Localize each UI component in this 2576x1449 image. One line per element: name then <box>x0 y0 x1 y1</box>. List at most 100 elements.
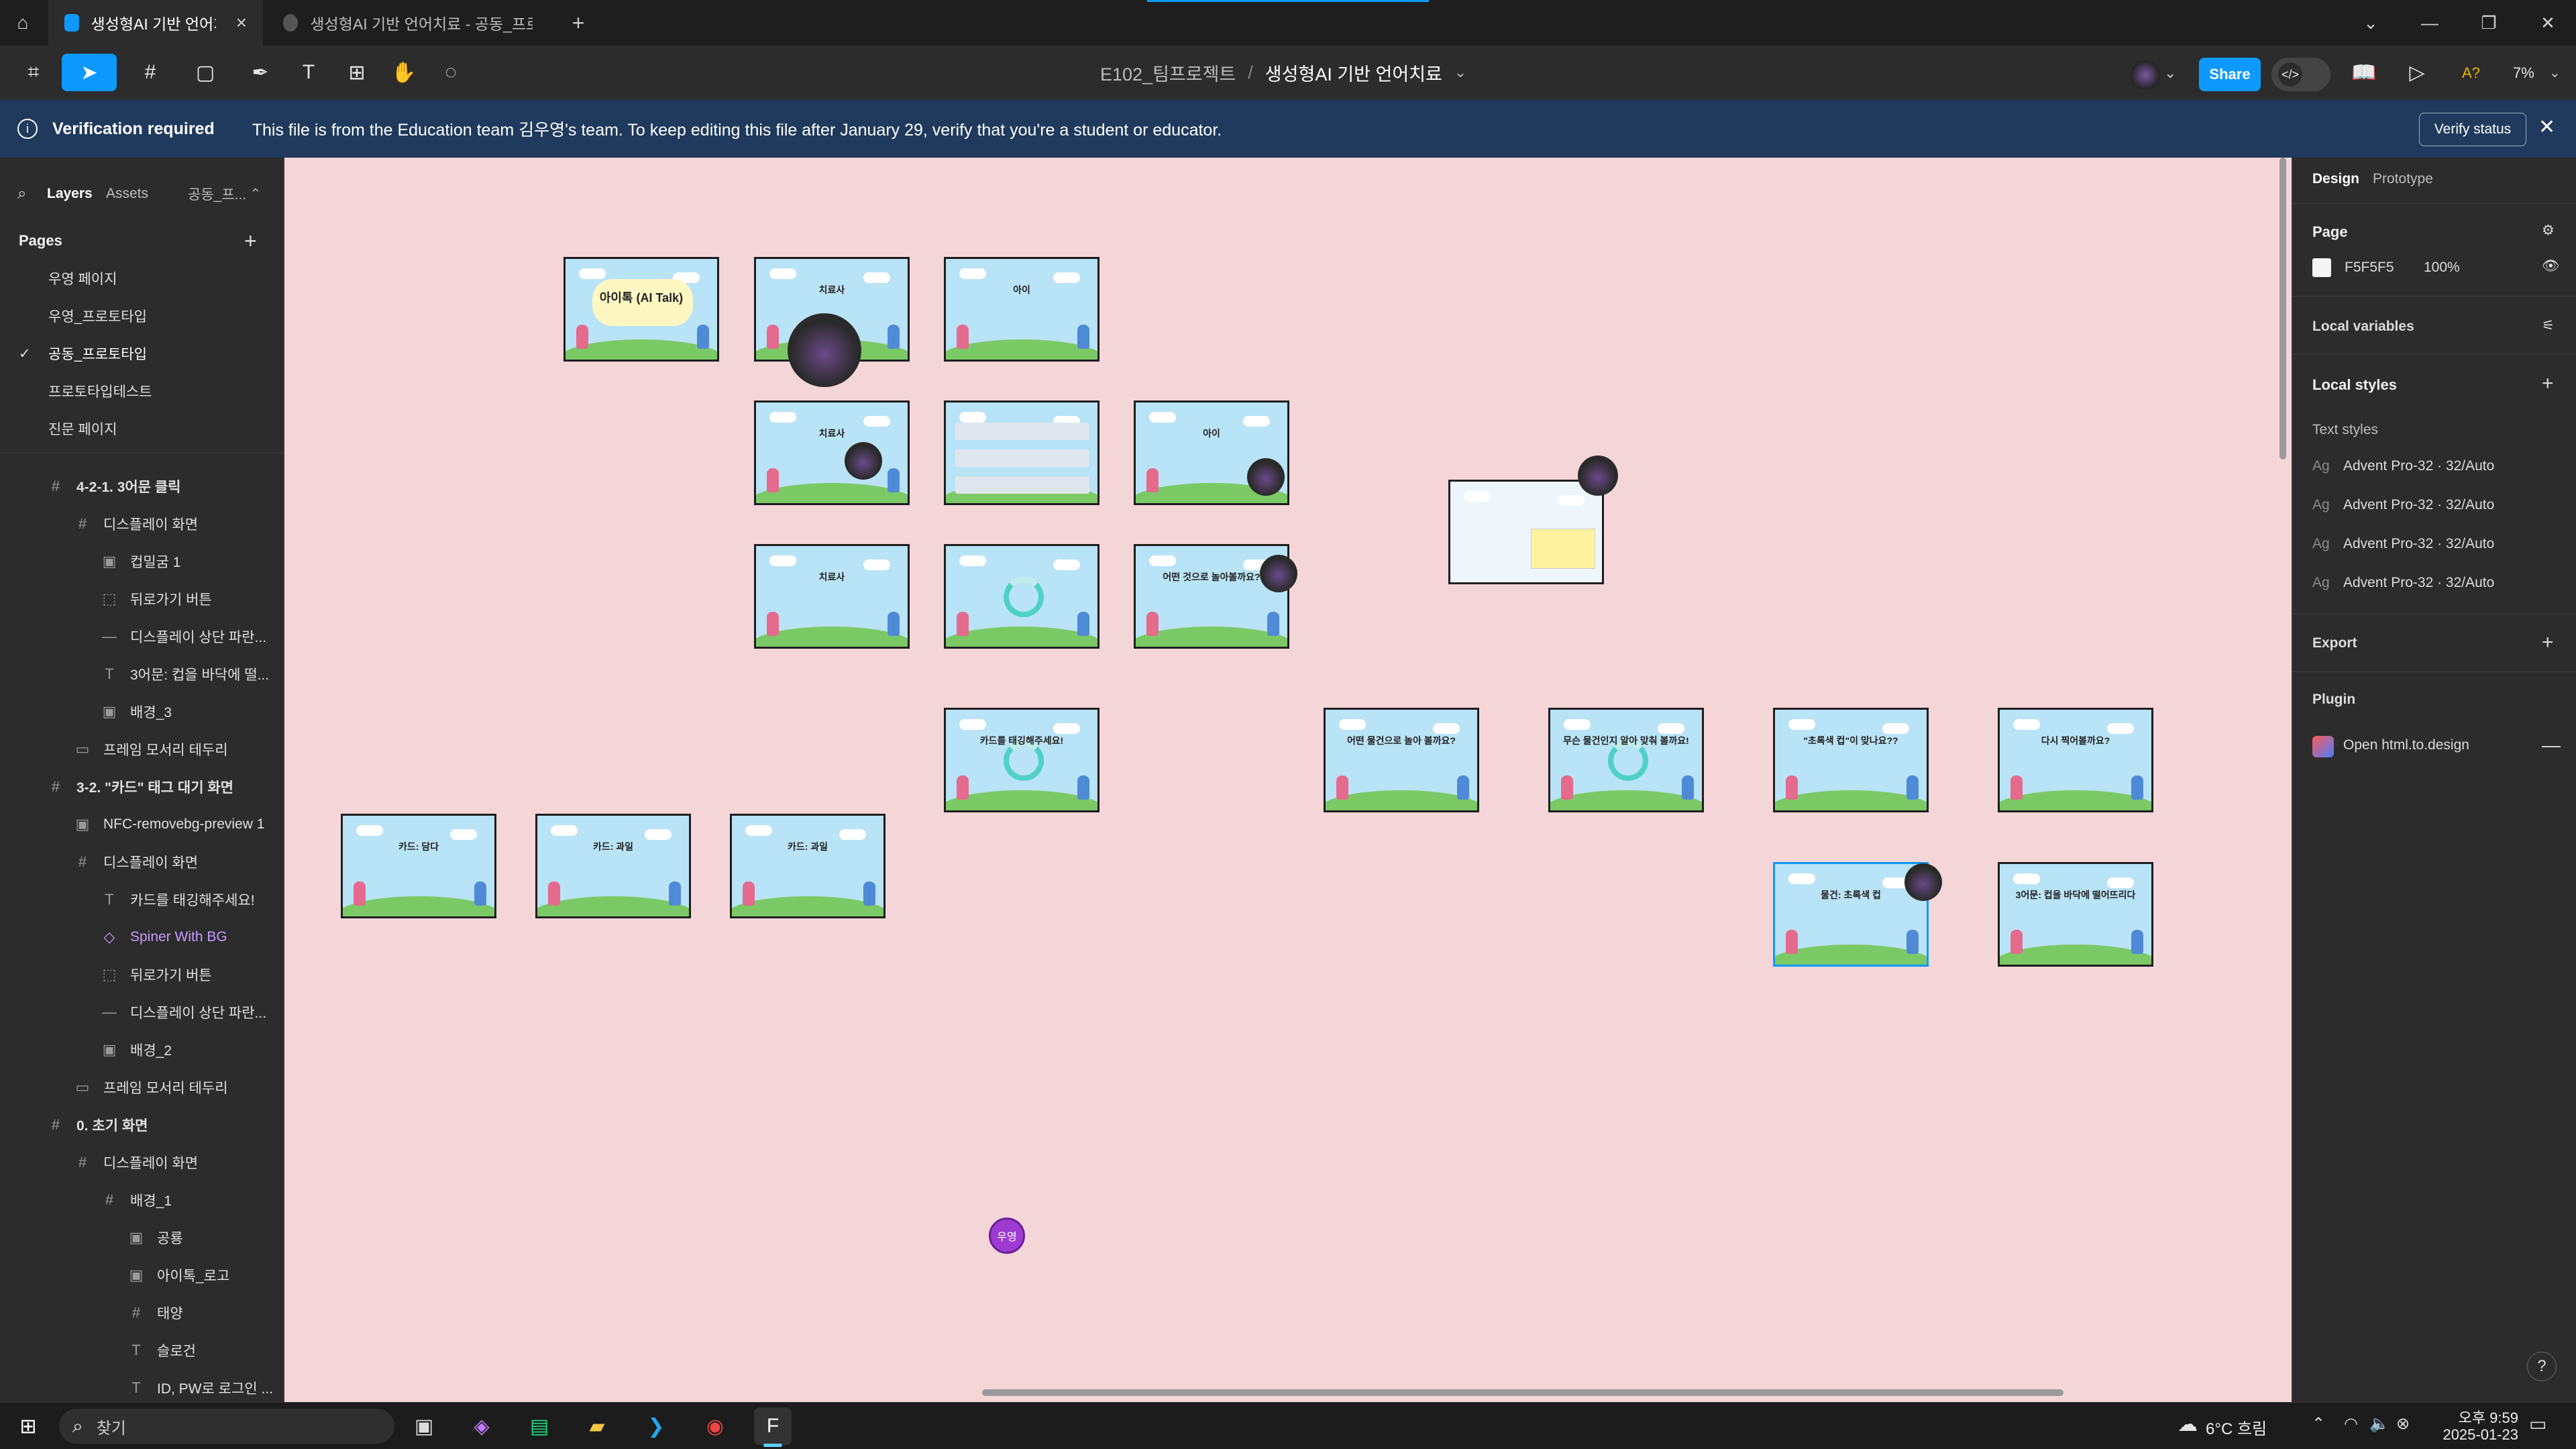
avatar[interactable] <box>2131 60 2160 90</box>
verify-status-button[interactable]: Verify status <box>2419 113 2526 146</box>
pen-tool-icon[interactable]: ✒ <box>237 54 283 91</box>
clock-date[interactable]: 2025-01-23 <box>2424 1426 2518 1444</box>
page-color-value[interactable]: F5F5F5 <box>2345 260 2394 276</box>
windows-start-icon[interactable]: ⊞ <box>9 1407 47 1445</box>
breadcrumb-file[interactable]: 생성형AI 기반 언어치료 <box>1265 60 1442 86</box>
move-tool-icon[interactable]: ➤ <box>62 54 117 91</box>
canvas-frame[interactable] <box>944 544 1099 649</box>
tab-inactive[interactable]: 생성형AI 기반 언어치료 - 공동_프로토타 <box>267 0 549 46</box>
chevron-up-icon[interactable]: ⌃ <box>250 178 262 210</box>
search-icon[interactable]: ⌕ <box>17 178 26 210</box>
canvas-frame[interactable]: 카드: 과일 <box>730 814 885 918</box>
canvas-frame[interactable]: 다시 찍어볼까요? <box>1998 708 2153 812</box>
variables-icon[interactable]: ⚟ <box>2542 317 2555 334</box>
layer-item[interactable]: ▣ NFC-removebg-preview 1 <box>74 808 265 841</box>
chevron-down-icon[interactable]: ⌄ <box>2341 0 2400 46</box>
layer-item[interactable]: # 배경_1 <box>101 1184 172 1216</box>
canvas-frame[interactable]: "초록색 컵"이 맞나요?? <box>1773 708 1929 812</box>
help-icon[interactable]: ? <box>2527 1352 2557 1381</box>
window-close-icon[interactable]: ✕ <box>2518 0 2576 46</box>
plugin-item[interactable]: Open html.to.design <box>2343 737 2469 753</box>
tab-active[interactable]: 생성형AI 기반 언어치료 × <box>48 0 263 46</box>
main-menu-icon[interactable]: ⌗ <box>12 54 55 91</box>
tab-design[interactable]: Design <box>2312 171 2359 187</box>
layer-item[interactable]: #0. 초기 화면 <box>47 1109 148 1141</box>
layer-item[interactable]: ▭ 프레임 모서리 테두리 <box>74 733 228 765</box>
add-page-icon[interactable]: + <box>244 225 257 257</box>
figma-app-icon[interactable]: F <box>754 1407 792 1445</box>
comment-tool-icon[interactable]: ◌ <box>432 54 470 91</box>
page-item[interactable]: 우영_프로토타입 <box>48 300 147 332</box>
horizontal-scrollbar[interactable] <box>982 1389 2063 1396</box>
text-style-item[interactable]: Advent Pro-32 · 32/Auto <box>2343 497 2494 513</box>
tray-chevron-icon[interactable]: ⌃ <box>2312 1414 2325 1434</box>
new-tab-icon[interactable]: + <box>565 9 592 36</box>
close-icon[interactable]: × <box>236 12 247 34</box>
canvas-frame[interactable]: 3어문: 컵을 바닥에 떨어뜨리다 <box>1998 862 2153 967</box>
canvas-frame[interactable]: 치료사 <box>754 400 910 505</box>
text-tool-icon[interactable]: T <box>290 54 327 91</box>
layer-item[interactable]: # 태양 <box>127 1297 183 1329</box>
shape-tool-icon[interactable]: ▢ <box>182 54 228 91</box>
page-switcher[interactable]: 공동_프... <box>188 178 246 210</box>
layer-item[interactable]: #3-2. "카드" 태그 대기 화면 <box>47 771 233 803</box>
page-color-swatch[interactable] <box>2312 258 2331 277</box>
local-variables-label[interactable]: Local variables <box>2312 319 2414 335</box>
vscode-icon[interactable]: ❯ <box>637 1407 675 1445</box>
network-icon[interactable]: ◠ <box>2344 1414 2358 1434</box>
chevron-down-icon[interactable]: ⌄ <box>2549 64 2561 81</box>
chevron-down-icon[interactable]: ⌄ <box>1454 64 1466 81</box>
layer-item[interactable]: ◇ Spiner With BG <box>101 921 227 953</box>
collaborator-avatar[interactable] <box>1260 555 1297 592</box>
canvas-frame[interactable]: 무슨 물건인지 알아 맞춰 볼까요! <box>1548 708 1704 812</box>
layer-item[interactable]: ▭ 프레임 모서리 테두리 <box>74 1071 228 1104</box>
collaborator-avatar[interactable] <box>1578 455 1618 496</box>
task-view-icon[interactable]: ▣ <box>405 1407 443 1445</box>
collaborator-avatar[interactable] <box>845 442 882 480</box>
collaborator-avatar[interactable] <box>1904 863 1942 901</box>
restore-icon[interactable]: ❐ <box>2459 0 2518 46</box>
library-icon[interactable]: 📖 <box>2345 54 2383 91</box>
add-export-icon[interactable]: + <box>2542 631 2554 654</box>
minimize-icon[interactable]: — <box>2400 0 2459 46</box>
copilot-icon[interactable]: ◈ <box>463 1407 500 1445</box>
page-item[interactable]: 프로토타입테스트 <box>48 375 152 407</box>
zoom-level[interactable]: 7% <box>2513 64 2534 82</box>
hand-tool-icon[interactable]: ✋ <box>385 54 423 91</box>
collaborator-avatar[interactable] <box>1247 458 1285 496</box>
page-settings-icon[interactable]: ⚙ <box>2542 222 2555 239</box>
close-icon[interactable]: ✕ <box>2538 115 2555 139</box>
canvas-frame[interactable]: 카드: 담다 <box>341 814 496 918</box>
weather-text[interactable]: 6°C 흐림 <box>2206 1415 2267 1439</box>
layer-item[interactable]: ⬚ 뒤로가기 버튼 <box>101 959 212 991</box>
canvas-frame[interactable] <box>944 400 1099 505</box>
text-style-item[interactable]: Advent Pro-32 · 32/Auto <box>2343 575 2494 591</box>
collaborator-avatar[interactable] <box>788 313 861 387</box>
layer-item[interactable]: T 슬로건 <box>127 1334 196 1366</box>
tab-layers[interactable]: Layers <box>47 178 93 210</box>
chrome-icon[interactable]: ◉ <box>696 1407 734 1445</box>
remove-plugin-icon[interactable]: — <box>2542 735 2561 756</box>
layer-item[interactable]: ▣ 아이톡_로고 <box>127 1259 230 1291</box>
canvas-frame[interactable]: 치료사 <box>754 544 910 649</box>
share-button[interactable]: Share <box>2199 58 2261 91</box>
layer-item[interactable]: T 3어문: 컵을 바닥에 떨... <box>101 658 269 690</box>
canvas-frame[interactable]: 어떤 물건으로 놀아 볼까요? <box>1324 708 1479 812</box>
layer-item[interactable]: ▣ 배경_3 <box>101 696 172 728</box>
layer-item[interactable]: T ID, PW로 로그인 ... <box>127 1372 273 1402</box>
frame-tool-icon[interactable]: # <box>127 54 173 91</box>
volume-icon[interactable]: 🔈 <box>2369 1414 2390 1434</box>
page-item[interactable]: 진문 페이지 <box>48 413 117 445</box>
dev-mode-toggle[interactable]: </> <box>2271 58 2330 91</box>
notification-icon[interactable]: ▭ <box>2529 1413 2546 1435</box>
layer-item[interactable]: #4-2-1. 3어문 클릭 <box>47 470 181 502</box>
clock-time[interactable]: 오후 9:59 <box>2424 1406 2518 1428</box>
page-item-selected[interactable]: 공동_프로토타입 <box>48 337 147 370</box>
layer-item[interactable]: ▣ 공룡 <box>127 1222 183 1254</box>
taskbar-search[interactable]: ⌕ 찾기 <box>59 1409 394 1444</box>
pycharm-icon[interactable]: ▤ <box>521 1407 558 1445</box>
chevron-down-icon[interactable]: ⌄ <box>2164 64 2176 82</box>
battery-icon[interactable]: ⊗ <box>2396 1414 2410 1434</box>
canvas-frame[interactable]: 아이 <box>944 257 1099 362</box>
tab-assets[interactable]: Assets <box>106 178 148 210</box>
